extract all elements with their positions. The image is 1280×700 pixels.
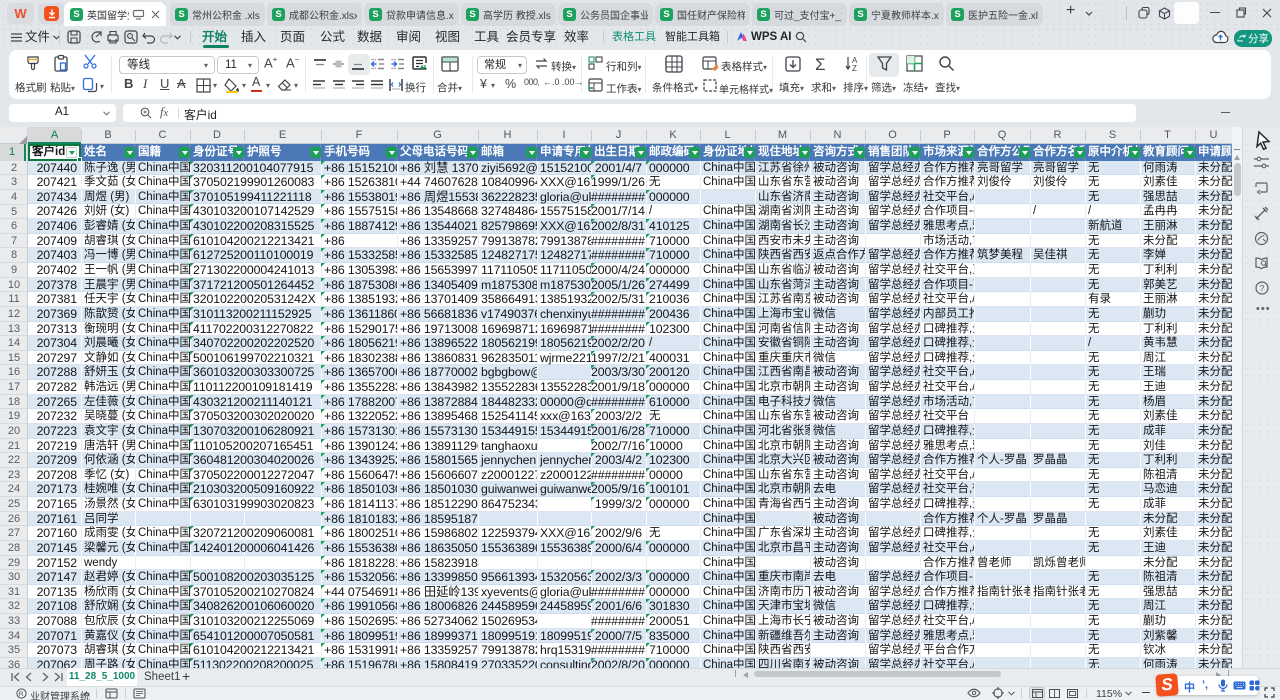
svg-text:Z: Z [852, 64, 857, 72]
svg-text:?: ? [1260, 283, 1265, 293]
svg-text:R: R [19, 691, 24, 698]
